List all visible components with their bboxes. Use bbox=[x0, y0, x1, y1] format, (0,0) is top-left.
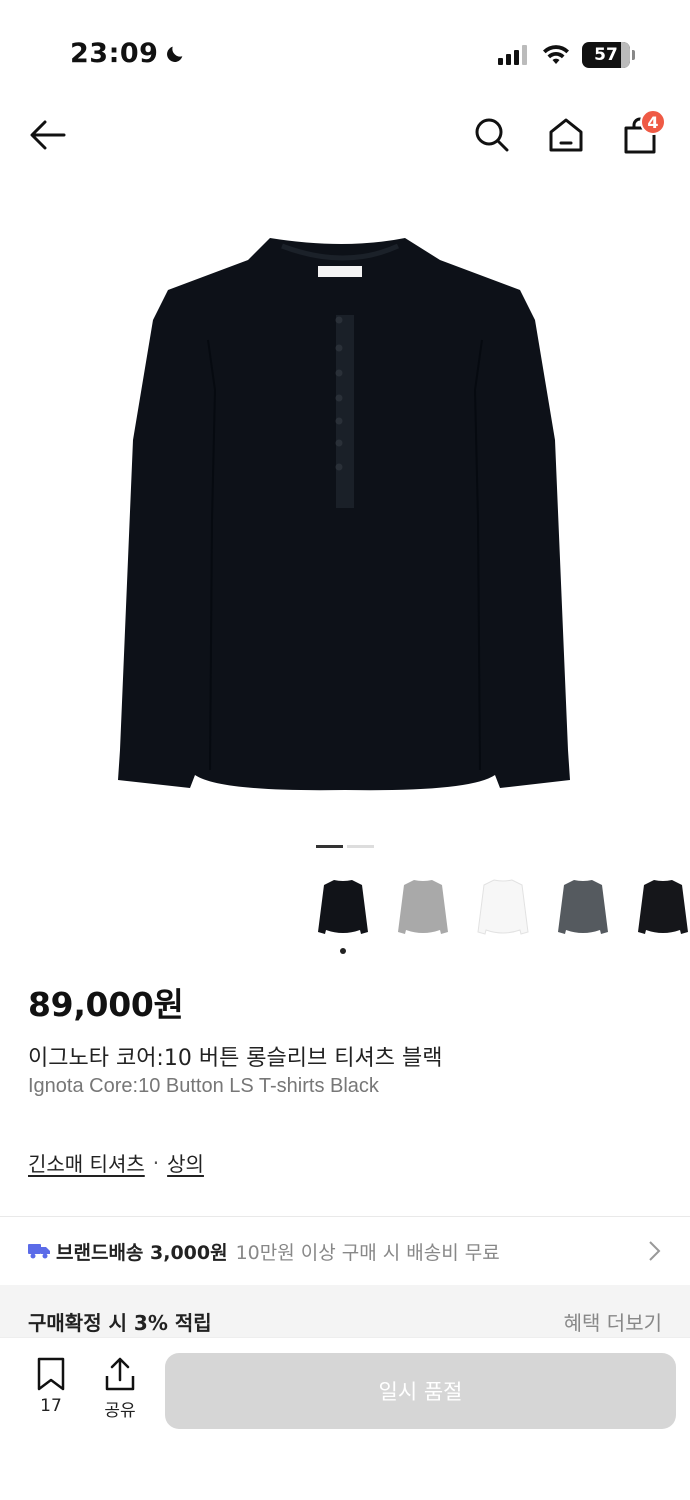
search-icon bbox=[475, 118, 509, 152]
moon-icon bbox=[167, 46, 183, 62]
cart-count-badge: 4 bbox=[640, 109, 666, 135]
color-variants bbox=[316, 872, 690, 954]
variant-thumb bbox=[477, 879, 529, 935]
carousel-indicator-active bbox=[316, 845, 343, 848]
bookmark-button[interactable]: 17 bbox=[26, 1356, 76, 1416]
variant-black[interactable] bbox=[316, 872, 370, 954]
battery-level: 57 bbox=[594, 45, 618, 65]
nav-actions: 4 bbox=[470, 109, 666, 157]
bookmark-count: 17 bbox=[40, 1396, 62, 1416]
bookmark-icon bbox=[37, 1357, 65, 1391]
signal-icon bbox=[498, 45, 527, 65]
carousel-indicator bbox=[316, 845, 374, 848]
variant-charcoal[interactable] bbox=[556, 872, 610, 942]
wifi-icon bbox=[543, 45, 569, 64]
back-button[interactable] bbox=[26, 113, 70, 157]
variant-black-alt[interactable] bbox=[636, 872, 690, 942]
status-time: 23:09 bbox=[70, 38, 186, 69]
selected-variant-dot bbox=[340, 948, 346, 954]
category-link-long-sleeve[interactable]: 긴소매 티셔츠 bbox=[28, 1148, 145, 1177]
home-icon bbox=[549, 118, 583, 152]
product-price: 89,000원 bbox=[28, 985, 184, 1024]
variant-thumb bbox=[638, 880, 688, 934]
shirt-image bbox=[118, 238, 570, 791]
status-icons: 57 bbox=[498, 42, 635, 68]
home-button[interactable] bbox=[544, 113, 588, 157]
sold-out-button[interactable]: 일시 품절 bbox=[165, 1353, 676, 1429]
variant-grey[interactable] bbox=[396, 872, 450, 942]
category-link-tops[interactable]: 상의 bbox=[167, 1148, 204, 1177]
variant-thumb bbox=[558, 880, 608, 934]
nav-bar: 4 bbox=[0, 105, 690, 165]
reward-rate: 구매확정 시 3% 적립 bbox=[28, 1310, 212, 1335]
bottom-action-bar: 17 공유 일시 품절 bbox=[0, 1337, 690, 1500]
time-text: 23:09 bbox=[70, 38, 159, 69]
variant-thumb bbox=[398, 880, 448, 934]
status-bar: 23:09 57 bbox=[0, 0, 690, 110]
shipping-free-threshold: 10만원 이상 구매 시 배송비 무료 bbox=[235, 1241, 500, 1264]
share-label: 공유 bbox=[104, 1401, 136, 1421]
divider bbox=[0, 1216, 690, 1217]
carousel-indicator-inactive bbox=[347, 845, 374, 848]
battery-icon: 57 bbox=[582, 42, 635, 68]
truck-icon bbox=[28, 1244, 50, 1259]
search-button[interactable] bbox=[470, 113, 514, 157]
share-icon bbox=[105, 1357, 135, 1391]
share-button[interactable]: 공유 bbox=[95, 1356, 145, 1421]
chevron-right-icon bbox=[649, 1241, 661, 1261]
shipping-fee: 브랜드배송 3,000원 bbox=[56, 1241, 228, 1264]
product-image[interactable] bbox=[0, 190, 690, 830]
variant-white[interactable] bbox=[476, 872, 530, 942]
product-title-korean: 이그노타 코어:10 버튼 롱슬리브 티셔츠 블랙 bbox=[28, 1046, 443, 1071]
category-separator: · bbox=[152, 1150, 160, 1175]
category-breadcrumb: 긴소매 티셔츠 · 상의 bbox=[28, 1148, 204, 1177]
shipping-info-row[interactable]: 브랜드배송 3,000원 10만원 이상 구매 시 배송비 무료 bbox=[0, 1218, 690, 1284]
product-title-english: Ignota Core:10 Button LS T-shirts Black bbox=[28, 1075, 379, 1097]
back-arrow-icon bbox=[30, 120, 66, 150]
cart-button[interactable]: 4 bbox=[618, 109, 666, 157]
more-benefits-link[interactable]: 혜택 더보기 bbox=[564, 1307, 662, 1336]
variant-thumb bbox=[318, 880, 368, 934]
